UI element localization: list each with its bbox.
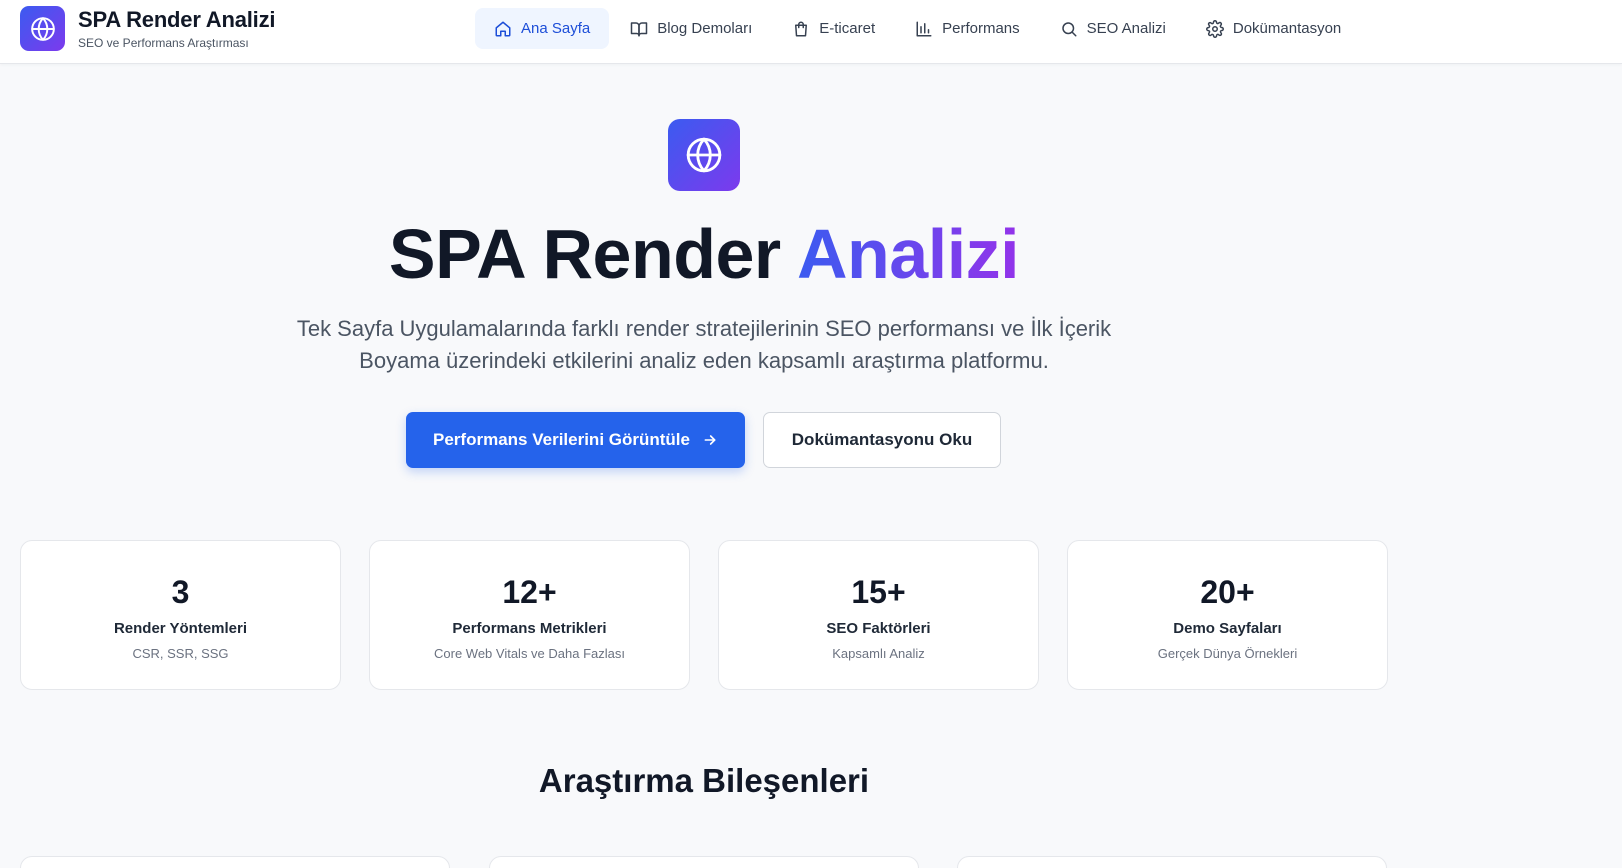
- hero-description: Tek Sayfa Uygulamalarında farklı render …: [296, 316, 1112, 373]
- hero-title-main: SPA Render: [388, 215, 797, 293]
- read-docs-button[interactable]: Dokümantasyonu Oku: [763, 412, 1001, 468]
- hero-title-accent: Analizi: [797, 215, 1020, 293]
- stat-subtext: CSR, SSR, SSG: [132, 646, 229, 661]
- stat-value: 20+: [1200, 574, 1255, 610]
- hero-title: SPA Render Analizi: [0, 212, 1408, 296]
- nav-item-seo-analizi[interactable]: SEO Analizi: [1041, 8, 1185, 49]
- stat-subtext: Kapsamlı Analiz: [832, 646, 925, 661]
- stat-value: 12+: [502, 574, 557, 610]
- brand-title: SPA Render Analizi: [78, 6, 276, 32]
- stat-card-performance-metrics: 12+ Performans Metrikleri Core Web Vital…: [369, 540, 690, 690]
- stat-label: Demo Sayfaları: [1173, 620, 1282, 637]
- view-performance-button-label: Performans Verilerini Görüntüle: [433, 430, 690, 449]
- globe-icon: [20, 6, 65, 51]
- bar-chart-icon: [916, 21, 932, 36]
- brand[interactable]: SPA Render Analizi SEO ve Performans Ara…: [20, 6, 275, 51]
- feature-card: [489, 856, 919, 868]
- home-icon: [495, 21, 511, 36]
- view-performance-button[interactable]: Performans Verilerini Görüntüle: [406, 412, 745, 468]
- search-icon: [1061, 21, 1077, 36]
- nav-item-label: SEO Analizi: [1086, 20, 1166, 37]
- top-header: SPA Render Analizi SEO ve Performans Ara…: [0, 0, 1622, 64]
- globe-icon: [668, 119, 740, 191]
- nav-item-ana-sayfa[interactable]: Ana Sayfa: [475, 8, 610, 49]
- nav-item-label: Dokümantasyon: [1232, 20, 1342, 37]
- nav-item-label: E-ticaret: [819, 20, 876, 37]
- stat-card-seo-factors: 15+ SEO Faktörleri Kapsamlı Analiz: [718, 540, 1039, 690]
- stat-label: Performans Metrikleri: [452, 620, 607, 637]
- stat-label: Render Yöntemleri: [113, 620, 248, 637]
- stat-value: 3: [171, 574, 190, 610]
- shopping-bag-icon: [795, 21, 808, 36]
- stat-value: 15+: [851, 574, 906, 610]
- nav-item-label: Performans: [942, 20, 1020, 37]
- stat-subtext: Gerçek Dünya Örnekleri: [1157, 646, 1298, 661]
- stat-card-render-methods: 3 Render Yöntemleri CSR, SSR, SSG: [20, 540, 341, 690]
- brand-subtitle: SEO ve Performans Araştırması: [78, 35, 249, 50]
- nav-item-blog-demolari[interactable]: Blog Demoları: [611, 8, 771, 49]
- nav-item-label: Blog Demoları: [657, 20, 753, 37]
- feature-card: [20, 856, 450, 868]
- gear-icon: [1205, 19, 1224, 38]
- nav-item-e-ticaret[interactable]: E-ticaret: [773, 8, 894, 49]
- nav-item-dokumantasyon[interactable]: Dokümantasyon: [1187, 8, 1360, 49]
- section-title: Araştırma Bileşenleri: [538, 762, 870, 799]
- feature-card: [957, 856, 1387, 868]
- stat-label: SEO Faktörleri: [826, 620, 931, 637]
- stat-card-demo-pages: 20+ Demo Sayfaları Gerçek Dünya Örnekler…: [1067, 540, 1388, 690]
- read-docs-button-label: Dokümantasyonu Oku: [791, 430, 973, 449]
- book-icon: [630, 21, 648, 36]
- nav-item-performans[interactable]: Performans: [896, 8, 1039, 49]
- main-nav: Ana Sayfa Blog Demoları E-ticaret Perfor…: [475, 8, 1362, 49]
- stat-subtext: Core Web Vitals ve Daha Fazlası: [434, 646, 625, 661]
- arrow-right-icon: [704, 435, 716, 445]
- nav-item-label: Ana Sayfa: [521, 20, 591, 37]
